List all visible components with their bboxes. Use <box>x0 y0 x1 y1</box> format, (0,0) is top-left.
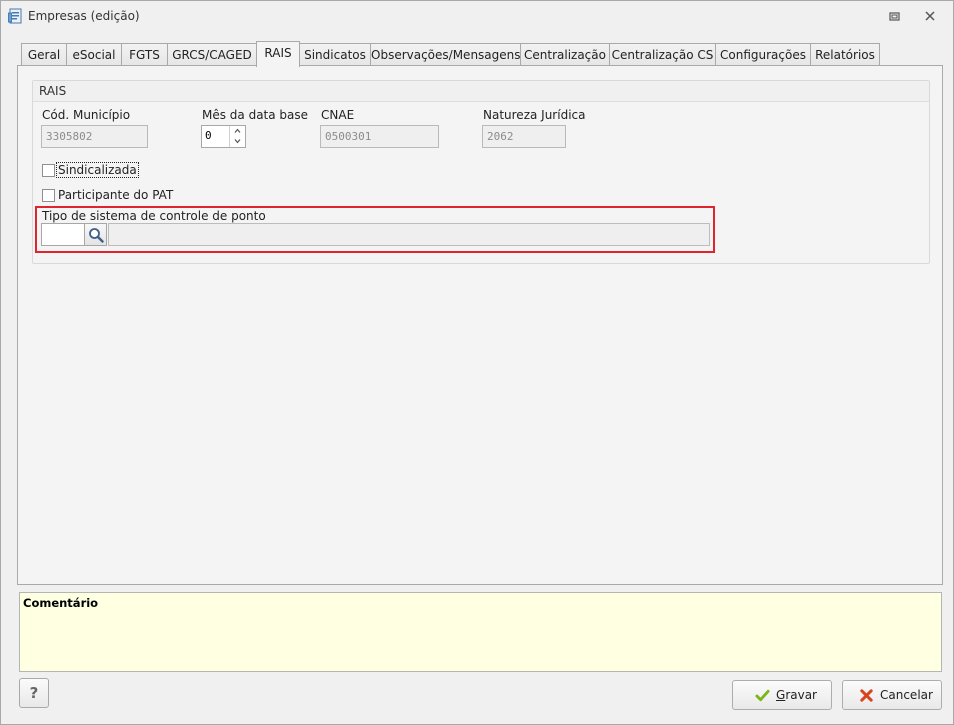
tab-configuracoes[interactable]: Configurações <box>715 43 811 66</box>
tab-grcs-caged[interactable]: GRCS/CAGED <box>167 43 257 66</box>
save-button[interactable]: Gravar <box>732 680 832 710</box>
form-icon <box>8 8 22 24</box>
tab-esocial[interactable]: eSocial <box>66 43 122 66</box>
cnae-field[interactable]: 0500301 <box>320 125 439 148</box>
cancel-button[interactable]: Cancelar <box>842 680 942 710</box>
restore-icon[interactable] <box>886 8 902 24</box>
rais-group-header: RAIS <box>33 81 929 102</box>
check-icon <box>755 689 770 702</box>
tipo-sistema-ponto-description <box>108 223 710 246</box>
tab-relatorios[interactable]: Relatórios <box>810 43 880 66</box>
cancel-x-icon <box>860 689 873 702</box>
save-accelerator: G <box>776 688 786 702</box>
window-title: Empresas (edição) <box>28 9 140 23</box>
save-label: Gravar <box>776 688 817 702</box>
tipo-sistema-ponto-search-button[interactable] <box>84 223 107 246</box>
mes-data-base-spinner[interactable]: 0 <box>201 125 246 148</box>
cod-municipio-field[interactable]: 3305802 <box>41 125 148 148</box>
comment-box[interactable]: Comentário <box>19 592 942 672</box>
tab-fgts[interactable]: FGTS <box>121 43 168 66</box>
sindicalizada-label[interactable]: Sindicalizada <box>56 162 139 178</box>
edit-window: Empresas (edição) Geral eSocial FGTS GRC… <box>0 0 954 725</box>
natureza-juridica-field[interactable]: 2062 <box>482 125 566 148</box>
rais-tab-panel: RAIS <box>17 65 943 585</box>
tipo-sistema-ponto-code-input[interactable] <box>41 223 85 246</box>
spin-up-icon[interactable] <box>230 126 245 136</box>
comment-title: Comentário <box>23 596 99 610</box>
rais-group-title: RAIS <box>39 84 67 98</box>
natureza-juridica-label: Natureza Jurídica <box>483 108 586 122</box>
spin-down-icon[interactable] <box>230 136 245 146</box>
close-icon[interactable] <box>922 8 938 24</box>
tab-rais[interactable]: RAIS <box>256 41 300 67</box>
participante-pat-checkbox[interactable] <box>42 189 55 202</box>
mes-data-base-value: 0 <box>205 129 212 142</box>
participante-pat-label[interactable]: Participante do PAT <box>58 188 173 202</box>
cnae-label: CNAE <box>321 108 355 122</box>
cod-municipio-label: Cód. Município <box>42 108 131 122</box>
save-label-rest: ravar <box>785 688 817 702</box>
sindicalizada-checkbox[interactable] <box>42 164 55 177</box>
mes-data-base-label: Mês da data base <box>202 108 309 122</box>
tab-geral[interactable]: Geral <box>21 43 67 66</box>
tab-observacoes-mensagens[interactable]: Observações/Mensagens <box>370 43 521 66</box>
tab-centralizacao-cs[interactable]: Centralização CS <box>609 43 716 66</box>
cancel-label: Cancelar <box>880 688 933 702</box>
tab-sindicatos[interactable]: Sindicatos <box>299 43 371 66</box>
help-button[interactable]: ? <box>19 678 49 708</box>
tipo-sistema-ponto-label: Tipo de sistema de controle de ponto <box>42 209 266 223</box>
search-icon <box>89 228 104 243</box>
tab-centralizacao[interactable]: Centralização <box>520 43 610 66</box>
title-bar: Empresas (edição) <box>1 1 953 31</box>
spinner-buttons <box>229 126 245 147</box>
